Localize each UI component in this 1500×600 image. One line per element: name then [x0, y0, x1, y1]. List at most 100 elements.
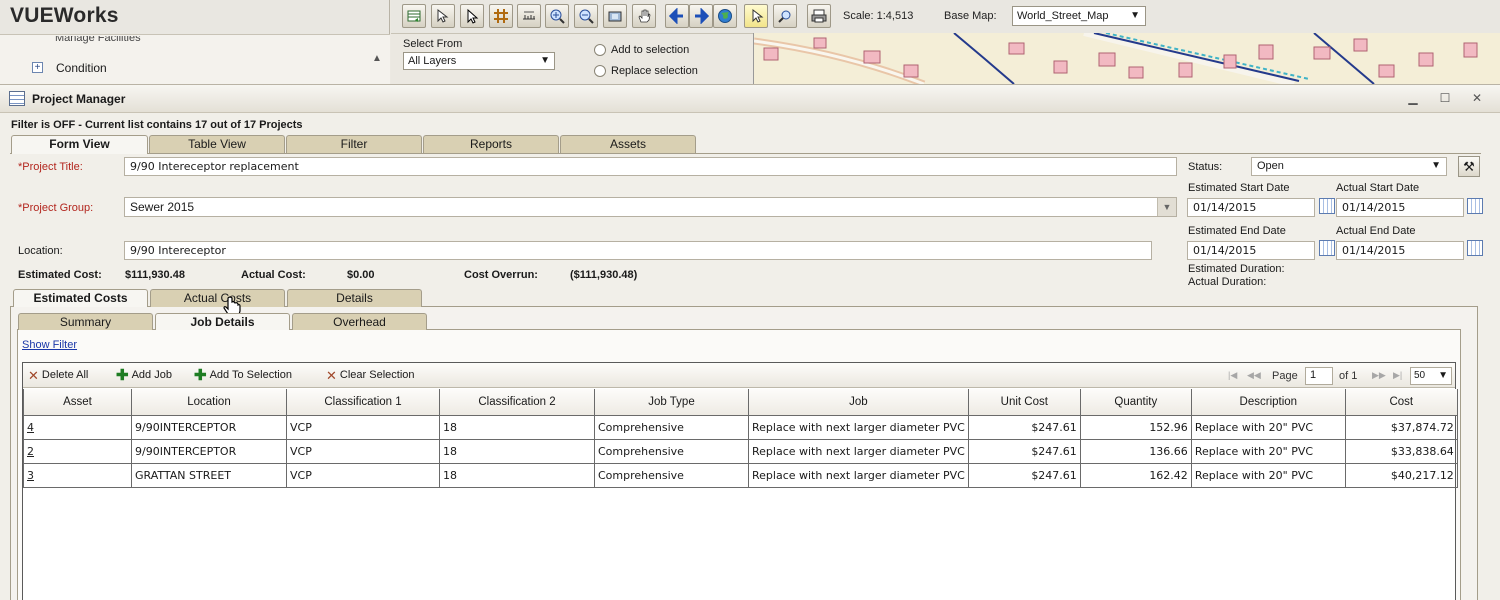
- table-row[interactable]: 2 9/90INTERCEPTOR VCP 18 Comprehensive Replac…: [23, 438, 1458, 464]
- first-page-icon[interactable]: |◀: [1228, 370, 1237, 381]
- pointer-button[interactable]: [460, 4, 484, 28]
- full-extent-button[interactable]: [603, 4, 627, 28]
- minimize-icon[interactable]: ▁: [1405, 91, 1421, 105]
- tab-summary[interactable]: Summary: [18, 313, 153, 330]
- zoom-out-button[interactable]: [574, 4, 598, 28]
- table-cell: Replace with 20" PVC: [1190, 462, 1346, 488]
- calendar-icon[interactable]: [1467, 198, 1483, 214]
- window-titlebar[interactable]: [0, 85, 1500, 113]
- back-button[interactable]: [665, 4, 689, 28]
- column-header[interactable]: Cost: [1344, 389, 1458, 416]
- location-input[interactable]: 9/90 Intereceptor: [124, 241, 1152, 260]
- calendar-icon[interactable]: [1319, 240, 1335, 256]
- tab-reports[interactable]: Reports: [423, 135, 559, 153]
- column-header[interactable]: Classification 2: [439, 389, 595, 416]
- next-page-icon[interactable]: ▶▶: [1372, 370, 1386, 381]
- chevron-down-icon[interactable]: ▼: [1157, 198, 1176, 216]
- table-cell: Replace with 20" PVC: [1190, 414, 1346, 440]
- table-cell: VCP: [286, 438, 440, 464]
- table-cell: $40,217.12: [1344, 462, 1458, 488]
- page-number-input[interactable]: 1: [1305, 367, 1333, 385]
- maximize-icon[interactable]: ☐: [1437, 91, 1453, 105]
- add-job-button[interactable]: ✚ Add Job: [116, 368, 172, 383]
- asset-link[interactable]: 4: [23, 414, 132, 440]
- measure-button[interactable]: [517, 4, 541, 28]
- pan-hand-button[interactable]: [632, 4, 656, 28]
- prev-page-icon[interactable]: ◀◀: [1247, 370, 1261, 381]
- last-page-icon[interactable]: ▶|: [1393, 370, 1402, 381]
- tools-icon[interactable]: ⚒: [1458, 156, 1480, 177]
- chevron-down-icon: ▼: [1431, 160, 1441, 171]
- asset-link[interactable]: 3: [23, 462, 132, 488]
- calendar-icon[interactable]: [1467, 240, 1483, 256]
- asset-link[interactable]: 2: [23, 438, 132, 464]
- column-header[interactable]: Quantity: [1079, 389, 1192, 416]
- tab-job-details[interactable]: Job Details: [155, 313, 290, 330]
- table-cell: $247.61: [967, 438, 1081, 464]
- table-refresh-button[interactable]: [402, 4, 426, 28]
- column-header[interactable]: Job Type: [594, 389, 749, 416]
- column-header[interactable]: Unit Cost: [967, 389, 1081, 416]
- tab-overhead[interactable]: Overhead: [292, 313, 427, 330]
- page-size-select[interactable]: 50 ▼: [1410, 367, 1452, 385]
- project-group-label: *Project Group:: [18, 202, 94, 214]
- table-cell: 136.66: [1079, 438, 1192, 464]
- tab-assets[interactable]: Assets: [560, 135, 696, 153]
- tab-actual-costs[interactable]: Actual Costs: [150, 289, 285, 307]
- location-label: Location:: [18, 245, 63, 257]
- tree-item-condition[interactable]: Condition: [56, 61, 107, 75]
- app-title: VUEWorks: [10, 4, 119, 27]
- column-header[interactable]: Classification 1: [286, 389, 440, 416]
- est-end-input[interactable]: 01/14/2015: [1187, 241, 1315, 260]
- act-start-input[interactable]: 01/14/2015: [1336, 198, 1464, 217]
- grid-button[interactable]: [489, 4, 513, 28]
- table-cell: 18: [439, 438, 595, 464]
- project-title-input[interactable]: 9/90 Intereceptor replacement: [124, 157, 1177, 176]
- tab-form-view[interactable]: Form View: [11, 135, 148, 154]
- tree-expand-icon[interactable]: +: [32, 62, 43, 73]
- tab-details[interactable]: Details: [287, 289, 422, 307]
- print-button[interactable]: [807, 4, 831, 28]
- basemap-select[interactable]: World_Street_Map ▼: [1012, 6, 1146, 26]
- tab-filter[interactable]: Filter: [286, 135, 422, 153]
- zoom-select-button[interactable]: [773, 4, 797, 28]
- zoom-in-button[interactable]: [545, 4, 569, 28]
- column-header[interactable]: Job: [748, 389, 969, 416]
- tab-table-view[interactable]: Table View: [149, 135, 285, 153]
- tree-item-cut[interactable]: Manage Facilities: [55, 36, 141, 44]
- scroll-up-icon[interactable]: ▲: [366, 50, 388, 68]
- zoom-out-icon: [579, 9, 594, 24]
- add-to-selection-button[interactable]: ✚ Add To Selection: [194, 368, 292, 383]
- est-start-input[interactable]: 01/14/2015: [1187, 198, 1315, 217]
- add-to-selection-radio[interactable]: [594, 44, 606, 56]
- table-row[interactable]: 3 GRATTAN STREET VCP 18 Comprehensive Replace…: [23, 462, 1458, 488]
- delete-all-button[interactable]: ✕ Delete All: [28, 367, 88, 383]
- layers-select[interactable]: All Layers ▼: [403, 52, 555, 70]
- tab-estimated-costs[interactable]: Estimated Costs: [13, 289, 148, 307]
- calendar-icon[interactable]: [1319, 198, 1335, 214]
- status-select[interactable]: Open ▼: [1251, 157, 1447, 176]
- project-group-select[interactable]: Sewer 2015: [124, 197, 1177, 217]
- table-cell: Replace with next larger diameter PVC: [748, 438, 969, 464]
- column-header[interactable]: Location: [131, 389, 287, 416]
- replace-selection-radio[interactable]: [594, 65, 606, 77]
- show-filter-link[interactable]: Show Filter: [22, 339, 77, 351]
- column-header[interactable]: Description: [1190, 389, 1346, 416]
- table-row[interactable]: 4 9/90INTERCEPTOR VCP 18 Comprehensive Replac…: [23, 414, 1458, 440]
- delete-icon: ✕: [28, 367, 39, 383]
- zoom-select-icon: [778, 10, 791, 23]
- act-end-input[interactable]: 01/14/2015: [1336, 241, 1464, 260]
- forward-button[interactable]: [689, 4, 713, 28]
- measure-icon: [523, 11, 535, 20]
- map-view[interactable]: [753, 33, 1500, 84]
- estimated-cost-value: $111,930.48: [125, 269, 185, 281]
- select-highlight-button[interactable]: [744, 4, 768, 28]
- basemap-label: Base Map:: [944, 10, 997, 22]
- column-header[interactable]: Asset: [23, 389, 132, 416]
- close-icon[interactable]: ✕: [1469, 91, 1485, 105]
- clear-selection-button[interactable]: ✕ Clear Selection: [326, 369, 415, 382]
- est-end-label: Estimated End Date: [1188, 225, 1286, 237]
- select-arrow-button[interactable]: [431, 4, 455, 28]
- page-label: Page: [1272, 370, 1298, 382]
- globe-button[interactable]: [713, 4, 737, 28]
